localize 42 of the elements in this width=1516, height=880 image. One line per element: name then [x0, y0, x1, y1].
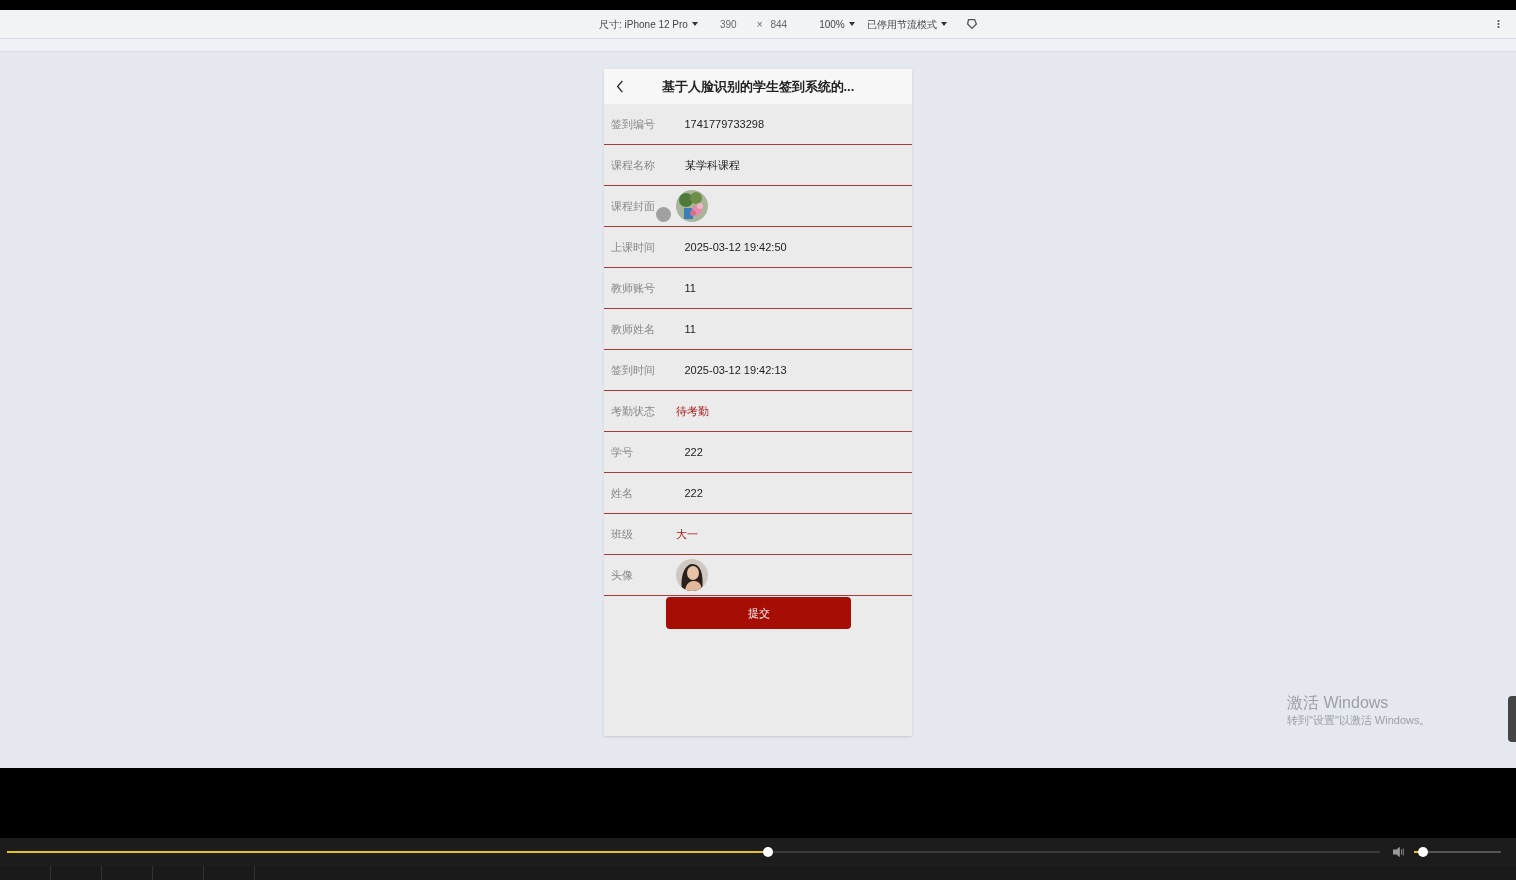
zoom-select[interactable]: 100% [819, 16, 845, 32]
field-value: 11 [684, 280, 696, 296]
field-value: 2025-03-12 19:42:50 [684, 239, 787, 255]
field-value: 某学科课程 [684, 157, 740, 173]
activation-subtitle: 转到"设置"以激活 Windows。 [1287, 713, 1431, 728]
field-label: 考勤状态 [610, 403, 655, 419]
field-value: 2025-03-12 19:42:13 [684, 362, 787, 378]
field-value: 11 [684, 321, 696, 337]
field-value: 1741779733298 [684, 116, 765, 132]
scroll-handle[interactable] [1508, 696, 1516, 742]
field-value: 222 [684, 485, 703, 501]
field-label: 头像 [610, 567, 633, 583]
slider-thumb[interactable] [1417, 847, 1428, 857]
slider-thumb[interactable] [762, 847, 773, 857]
caret-icon[interactable] [940, 22, 947, 26]
field-label: 签到时间 [610, 362, 655, 378]
field-label: 课程封面 [610, 198, 655, 214]
throttle-select[interactable]: 已停用节流模式 [866, 16, 937, 32]
caret-icon[interactable] [848, 22, 855, 26]
field-label: 教师姓名 [610, 321, 655, 337]
touch-cursor [655, 207, 671, 222]
back-icon[interactable] [615, 80, 624, 93]
times-sign: × [756, 17, 763, 32]
field-value: 大一 [675, 526, 698, 542]
width-field[interactable]: 390 [719, 16, 737, 32]
field-label: 签到编号 [610, 116, 655, 132]
caret-icon[interactable] [691, 22, 698, 26]
field-value: 待考勤 [675, 403, 709, 419]
field-label: 学号 [610, 444, 633, 460]
activation-title: 激活 Windows [1287, 694, 1390, 712]
field-label: 姓名 [610, 485, 633, 501]
field-label: 班级 [610, 526, 633, 542]
field-label: 课程名称 [610, 157, 655, 173]
field-label: 上课时间 [610, 239, 655, 255]
field-label: 教师账号 [610, 280, 655, 296]
height-field[interactable]: 844 [770, 16, 788, 32]
submit-button[interactable]: 提交 [666, 597, 851, 629]
device-select[interactable]: 尺寸: iPhone 12 Pro [599, 16, 688, 32]
volume-icon[interactable] [1392, 846, 1406, 858]
more-icon[interactable] [1497, 19, 1500, 29]
page-title: 基于人脸识别的学生签到系统的... [661, 77, 855, 96]
field-value: 222 [684, 444, 703, 460]
